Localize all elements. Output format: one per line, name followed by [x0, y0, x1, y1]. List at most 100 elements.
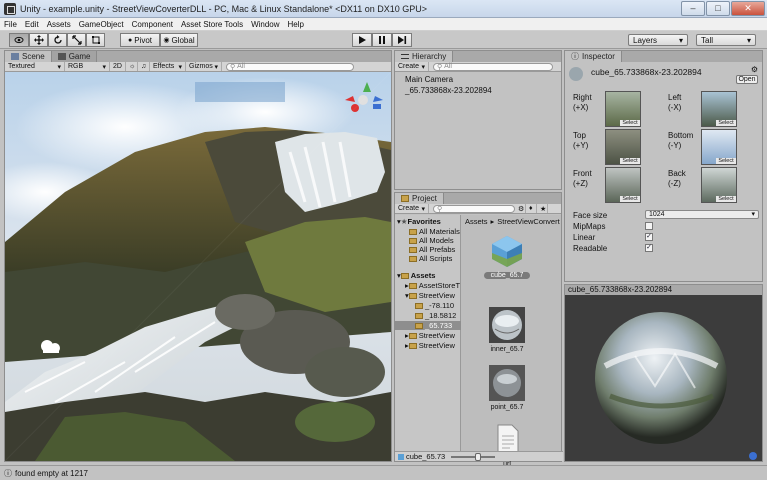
tab-hierarchy[interactable]: Hierarchy	[395, 51, 454, 62]
minimize-button[interactable]: –	[681, 0, 705, 16]
star-icon: ★	[540, 205, 547, 213]
maximize-button[interactable]: □	[706, 0, 730, 16]
menu-gameobject[interactable]: GameObject	[75, 20, 128, 29]
rotate-tool-button[interactable]	[48, 33, 67, 47]
breadcrumb-streetview[interactable]: StreetViewConvert	[497, 217, 559, 226]
favorites-header[interactable]: ▾ ★ Favorites	[397, 217, 441, 226]
favorite-item[interactable]: All Scripts	[409, 254, 452, 263]
menu-edit[interactable]: Edit	[21, 20, 43, 29]
asset-url[interactable]: url	[484, 422, 530, 468]
close-button[interactable]: ✕	[731, 0, 765, 16]
folder-item[interactable]: ▸ StreetView	[405, 331, 455, 340]
face-top-slot[interactable]: Select	[605, 129, 641, 165]
shading-dropdown[interactable]: Textured ▾	[5, 62, 65, 71]
folder-item[interactable]: _-78.110	[415, 301, 454, 310]
settings-icon[interactable]: ⚙	[751, 65, 758, 74]
favorite-item[interactable]: All Materials	[409, 227, 460, 236]
select-button[interactable]: Select	[716, 158, 736, 164]
main-toolbar: ● Pivot ◉ Global Layers ▾ Tall ▾	[0, 31, 767, 49]
project-create-button[interactable]: Create ▾	[395, 204, 429, 213]
preview-mode-icon[interactable]	[749, 452, 757, 460]
folder-item[interactable]: ▾ StreetView	[405, 291, 455, 300]
mode-2d-toggle[interactable]: 2D	[110, 62, 126, 71]
scale-tool-button[interactable]	[67, 33, 86, 47]
scene-viewport[interactable]	[5, 72, 391, 461]
layers-dropdown[interactable]: Layers ▾	[628, 34, 688, 46]
favorite-button[interactable]: ★	[537, 204, 548, 213]
preview-title: cube_65.733868x-23.202894	[568, 285, 673, 294]
move-tool-button[interactable]	[29, 33, 48, 47]
tab-project[interactable]: Project	[395, 193, 444, 204]
effects-dropdown[interactable]: Effects ▾	[150, 62, 186, 71]
hierarchy-create-button[interactable]: Create ▾	[395, 62, 429, 71]
cubemap-icon	[569, 67, 583, 81]
lighting-toggle[interactable]: ☼	[126, 62, 138, 71]
assets-header[interactable]: ▾ Assets	[397, 271, 435, 280]
select-button[interactable]: Select	[716, 196, 736, 202]
favorite-item[interactable]: All Models	[409, 236, 454, 245]
menu-component[interactable]: Component	[128, 20, 177, 29]
scene-search-input[interactable]: ⚲ All	[226, 62, 354, 71]
layout-dropdown[interactable]: Tall ▾	[696, 34, 756, 46]
global-toggle[interactable]: ◉ Global	[160, 33, 198, 47]
tab-inspector[interactable]: ⓘ Inspector	[565, 51, 622, 62]
face-left-slot[interactable]: Select	[701, 91, 737, 127]
favorite-item[interactable]: All Prefabs	[409, 245, 455, 254]
folder-item[interactable]: ▸ AssetStoreT	[405, 281, 460, 290]
linear-checkbox[interactable]: ✓	[645, 233, 653, 241]
asset-inner[interactable]: inner_65.7	[484, 307, 530, 353]
search-icon: ⚲	[437, 205, 443, 213]
menu-file[interactable]: File	[0, 20, 21, 29]
face-label: Bottom	[668, 131, 694, 140]
render-mode-dropdown[interactable]: RGB ▾	[65, 62, 110, 71]
gizmos-dropdown[interactable]: Gizmos ▾	[186, 62, 222, 71]
face-back-slot[interactable]: Select	[701, 167, 737, 203]
mipmaps-checkbox[interactable]	[645, 222, 653, 230]
face-right-slot[interactable]: Select	[605, 91, 641, 127]
thumbnail-size-slider[interactable]	[451, 452, 496, 461]
face-size-dropdown[interactable]: 1024 ▾	[645, 210, 759, 219]
select-button[interactable]: Select	[620, 196, 640, 202]
folder-item-selected[interactable]: _65.733	[395, 321, 461, 330]
info-icon: ⓘ	[571, 52, 579, 61]
slider-handle[interactable]	[475, 452, 482, 461]
menu-help[interactable]: Help	[284, 20, 308, 29]
breadcrumb-assets[interactable]: Assets	[465, 217, 488, 226]
rect-tool-button[interactable]	[86, 33, 105, 47]
select-button[interactable]: Select	[620, 158, 640, 164]
play-button[interactable]	[352, 33, 372, 47]
filter-label-button[interactable]: ♦	[526, 204, 537, 213]
pivot-toggle[interactable]: ● Pivot	[120, 33, 160, 47]
waterfall-landscape-image	[5, 72, 391, 461]
folder-item[interactable]: _18.5812	[415, 311, 456, 320]
folder-label: StreetView	[418, 291, 455, 300]
select-button[interactable]: Select	[716, 120, 736, 126]
dropdown-arrow-icon: ▾	[57, 63, 61, 71]
hand-tool-button[interactable]	[9, 33, 29, 47]
global-label: Global	[171, 35, 195, 45]
status-message[interactable]: found empty at 1217	[15, 469, 88, 478]
folder-label: AssetStoreT	[418, 281, 461, 290]
cubemap-sphere-preview[interactable]	[565, 296, 762, 462]
menu-window[interactable]: Window	[247, 20, 283, 29]
tab-scene[interactable]: Scene	[5, 51, 52, 62]
audio-toggle[interactable]: ♫	[138, 62, 150, 71]
open-button[interactable]: Open	[736, 75, 758, 84]
face-front-slot[interactable]: Select	[605, 167, 641, 203]
folder-item[interactable]: ▸ StreetView	[405, 341, 455, 350]
hierarchy-item-streetview[interactable]: _65.733868x-23.202894	[405, 86, 492, 95]
step-button[interactable]	[392, 33, 412, 47]
asset-point[interactable]: point_65.7	[484, 365, 530, 411]
asset-cube[interactable]: cube_65.7	[484, 233, 530, 279]
menu-asset-store-tools[interactable]: Asset Store Tools	[177, 20, 247, 29]
select-button[interactable]: Select	[620, 120, 640, 126]
project-search-input[interactable]: ⚲	[433, 204, 515, 213]
readable-checkbox[interactable]: ✓	[645, 244, 653, 252]
menu-assets[interactable]: Assets	[43, 20, 75, 29]
filter-type-button[interactable]: ⚙	[515, 204, 526, 213]
hierarchy-item-main-camera[interactable]: Main Camera	[405, 75, 453, 84]
tab-game[interactable]: Game	[51, 51, 98, 62]
hierarchy-search-input[interactable]: ⚲ All	[433, 62, 553, 71]
face-bottom-slot[interactable]: Select	[701, 129, 737, 165]
pause-button[interactable]	[372, 33, 392, 47]
